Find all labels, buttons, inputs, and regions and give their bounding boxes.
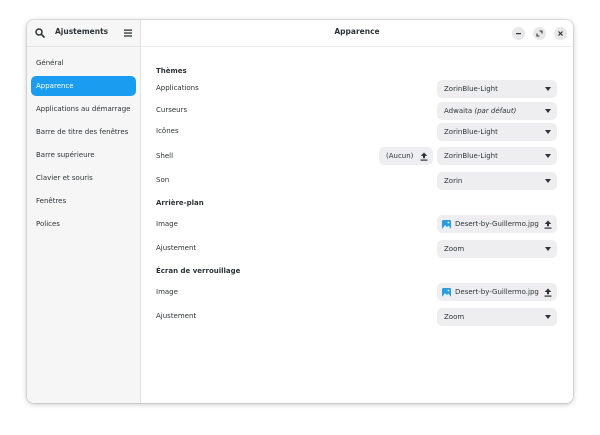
row-label-cursors: Curseurs (156, 106, 188, 114)
background-adjust-dropdown[interactable]: Zoom (437, 240, 557, 258)
row-label-background-adjust: Ajustement (156, 244, 197, 252)
search-icon[interactable] (33, 26, 47, 40)
shell-theme-dropdown[interactable]: ZorinBlue-Light (437, 147, 557, 165)
background-image-file-button[interactable]: Desert-by-Guillermo.jpg (437, 215, 557, 233)
chevron-down-icon (545, 130, 551, 134)
main-header: Apparence (141, 20, 573, 47)
main-pane: Apparence Thèmes Applications ZorinBlue-… (141, 20, 573, 403)
dropdown-value: Zoom (444, 245, 465, 253)
sound-theme-dropdown[interactable]: Zorin (437, 172, 557, 190)
shell-file-value: (Aucun) (386, 152, 414, 160)
sidebar-item-startup-applications[interactable]: Applications au démarrage (31, 99, 136, 119)
row-label-shell: Shell (156, 152, 174, 160)
minimize-button[interactable] (512, 27, 525, 40)
lockscreen-image-file-button[interactable]: Desert-by-Guillermo.jpg (437, 283, 557, 301)
image-file-icon (442, 287, 451, 297)
chevron-down-icon (545, 179, 551, 183)
chevron-down-icon (545, 87, 551, 91)
dropdown-value: ZorinBlue-Light (444, 128, 498, 136)
sidebar-header: Ajustements (27, 20, 140, 47)
shell-file-chooser-button[interactable]: (Aucun) (379, 147, 433, 165)
sidebar-item-fonts[interactable]: Polices (31, 214, 136, 234)
close-icon (558, 31, 563, 36)
dropdown-value: Zorin (444, 177, 463, 185)
row-label-applications: Applications (156, 84, 199, 92)
chevron-down-icon (545, 154, 551, 158)
row-label-lockscreen-adjust: Ajustement (156, 312, 197, 320)
sidebar-item-window-titlebars[interactable]: Barre de titre des fenêtres (31, 122, 136, 142)
section-title-background: Arrière-plan (156, 199, 204, 207)
icons-theme-dropdown[interactable]: ZorinBlue-Light (437, 123, 557, 141)
close-button[interactable] (554, 27, 567, 40)
minimize-icon (516, 33, 521, 35)
tweaks-window: Ajustements Général Apparence Applicatio… (27, 20, 573, 403)
section-title-themes: Thèmes (156, 67, 187, 75)
page-title: Apparence (334, 27, 380, 36)
background-image-filename: Desert-by-Guillermo.jpg (455, 220, 539, 228)
hamburger-menu-icon[interactable] (121, 26, 135, 40)
app-title: Ajustements (55, 27, 109, 36)
sidebar: Ajustements Général Apparence Applicatio… (27, 20, 141, 403)
section-title-lockscreen: Écran de verrouillage (156, 267, 241, 275)
chevron-down-icon (545, 247, 551, 251)
chevron-down-icon (545, 109, 551, 113)
applications-theme-dropdown[interactable]: ZorinBlue-Light (437, 80, 557, 98)
dropdown-value: Zoom (444, 313, 465, 321)
sidebar-item-keyboard-mouse[interactable]: Clavier et souris (31, 168, 136, 188)
upload-icon (544, 220, 552, 229)
sidebar-item-windows[interactable]: Fenêtres (31, 191, 136, 211)
row-label-lockscreen-image: Image (156, 288, 178, 296)
dropdown-value: ZorinBlue-Light (444, 152, 498, 160)
maximize-icon (536, 30, 543, 37)
maximize-button[interactable] (533, 27, 546, 40)
sidebar-item-general[interactable]: Général (31, 53, 136, 73)
dropdown-value: ZorinBlue-Light (444, 85, 498, 93)
row-label-sound: Son (156, 176, 170, 184)
dropdown-value: Adwaita (par défaut) (444, 107, 517, 115)
image-file-icon (442, 219, 451, 229)
upload-icon (420, 152, 428, 161)
sidebar-item-apparence[interactable]: Apparence (31, 76, 136, 96)
chevron-down-icon (545, 315, 551, 319)
upload-icon (544, 288, 552, 297)
lockscreen-image-filename: Desert-by-Guillermo.jpg (455, 288, 539, 296)
sidebar-nav: Général Apparence Applications au démarr… (27, 47, 140, 234)
row-label-icons: Icônes (156, 127, 179, 135)
row-label-background-image: Image (156, 220, 178, 228)
sidebar-item-top-bar[interactable]: Barre supérieure (31, 145, 136, 165)
lockscreen-adjust-dropdown[interactable]: Zoom (437, 308, 557, 326)
cursors-theme-dropdown[interactable]: Adwaita (par défaut) (437, 102, 557, 120)
